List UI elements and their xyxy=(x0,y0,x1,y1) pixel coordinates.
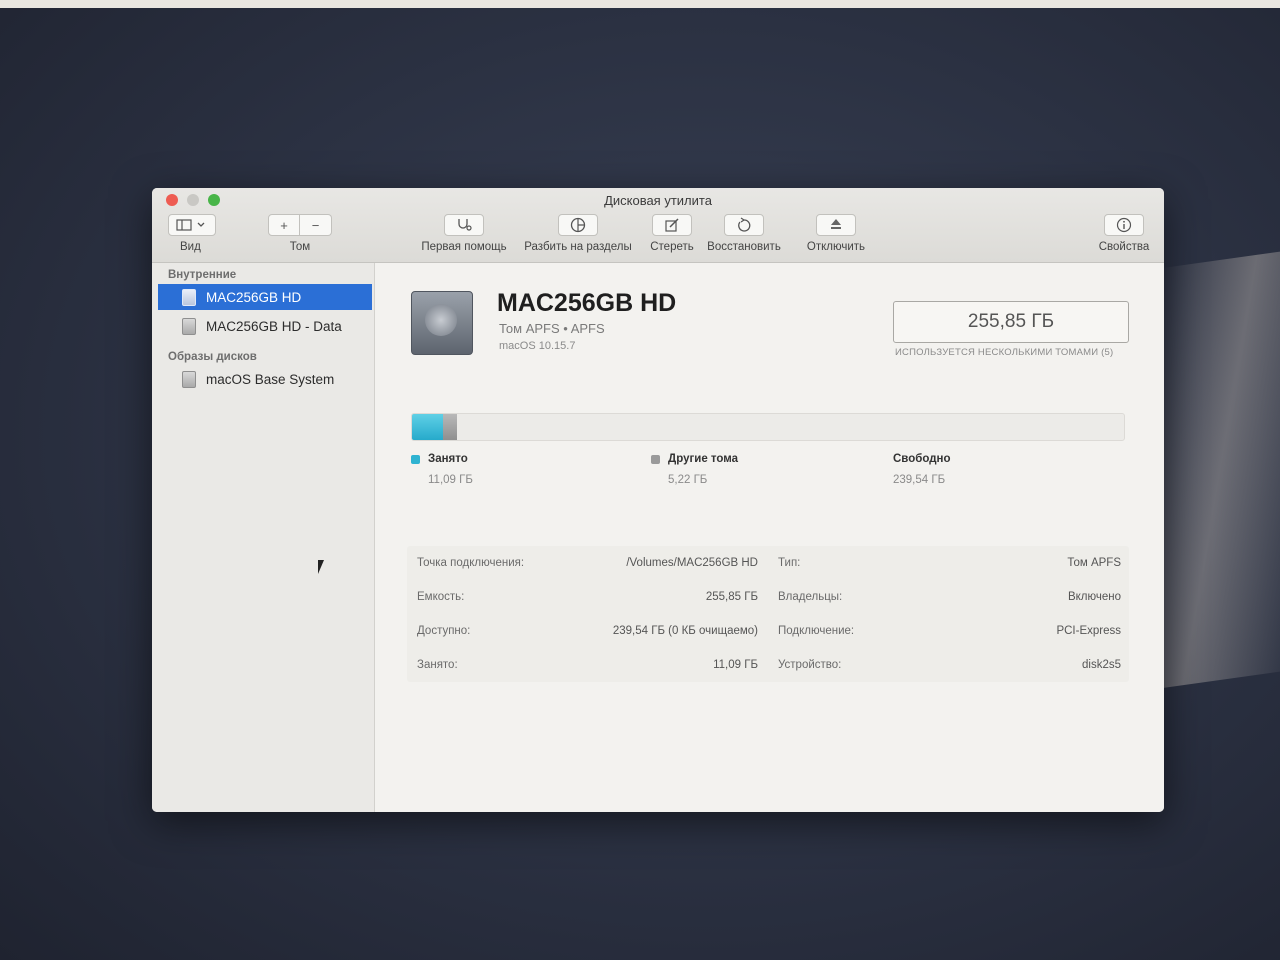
legend-free: Свободно 239,54 ГБ xyxy=(893,453,951,486)
stethoscope-icon xyxy=(458,219,472,231)
volume-detail-pane: MAC256GB HD Том APFS • APFS macOS 10.15.… xyxy=(375,263,1164,812)
legend-free-label: Свободно xyxy=(893,453,951,465)
legend-other-label: Другие тома xyxy=(668,453,739,465)
info-row-mount-point: Точка подключения: /Volumes/MAC256GB HD xyxy=(407,546,758,580)
sidebar: Внутренние MAC256GB HD MAC256GB HD - Dat… xyxy=(152,263,375,812)
erase-label: Стереть xyxy=(650,241,694,253)
add-volume-button[interactable]: + xyxy=(268,214,300,236)
view-label: Вид xyxy=(180,241,201,253)
unmount-button[interactable] xyxy=(816,214,856,236)
legend-free-value: 239,54 ГБ xyxy=(893,474,946,486)
erase-control[interactable]: Стереть xyxy=(644,214,700,253)
legend-used-label: Занято xyxy=(428,453,468,465)
partition-label: Разбить на разделы xyxy=(524,241,632,253)
disk-icon xyxy=(182,288,196,306)
info-value: 255,85 ГБ xyxy=(705,591,758,603)
info-row-device: Устройство: disk2s5 xyxy=(778,648,1129,682)
info-value: Включено xyxy=(1067,591,1121,603)
remove-volume-button[interactable]: − xyxy=(300,214,332,236)
volume-segment: + − xyxy=(268,214,332,236)
legend-used-value: 11,09 ГБ xyxy=(428,474,473,486)
info-row-available: Доступно: 239,54 ГБ (0 КБ очищаемо) xyxy=(407,614,758,648)
info-value: PCI-Express xyxy=(1056,625,1121,637)
usage-bar xyxy=(411,413,1125,441)
volume-label: Том xyxy=(289,241,311,253)
legend-other-volumes: Другие тома 5,22 ГБ xyxy=(651,453,738,486)
disk-image-icon xyxy=(182,370,196,388)
info-value: 11,09 ГБ xyxy=(713,659,758,671)
restore-label: Восстановить xyxy=(707,241,781,253)
info-button[interactable] xyxy=(1104,214,1144,236)
sidebar-item-label: macOS Base System xyxy=(206,371,335,387)
info-key: Устройство: xyxy=(778,659,842,671)
info-row-connection: Подключение: PCI-Express xyxy=(778,614,1129,648)
info-key: Доступно: xyxy=(417,625,471,637)
window-light-reflection xyxy=(1160,251,1280,689)
unmount-control[interactable]: Отключить xyxy=(800,214,872,253)
sidebar-header-disk-images: Образы дисков xyxy=(168,351,257,363)
disk-icon xyxy=(182,317,196,335)
partition-button[interactable] xyxy=(558,214,598,236)
info-value: disk2s5 xyxy=(1082,659,1121,671)
usage-bar-other-segment xyxy=(442,414,458,440)
legend-used-swatch xyxy=(411,454,420,464)
erase-pencil-icon xyxy=(665,218,679,232)
sidebar-item-mac256gb-hd[interactable]: MAC256GB HD xyxy=(158,284,372,310)
info-row-capacity: Емкость: 255,85 ГБ xyxy=(407,580,758,614)
info-key: Емкость: xyxy=(417,591,465,603)
legend-other-swatch xyxy=(651,454,660,464)
legend-other-value: 5,22 ГБ xyxy=(668,474,708,486)
restore-arrow-icon xyxy=(738,217,751,232)
sidebar-item-macos-base-system[interactable]: macOS Base System xyxy=(152,366,374,392)
info-value: /Volumes/MAC256GB HD xyxy=(626,557,758,569)
restore-control[interactable]: Восстановить xyxy=(702,214,786,253)
info-key: Подключение: xyxy=(778,625,855,637)
volume-control: + − Том xyxy=(268,214,332,253)
mouse-cursor xyxy=(318,560,324,574)
sidebar-view-icon xyxy=(176,219,205,231)
partition-pie-icon xyxy=(570,217,586,233)
first-aid-control[interactable]: Первая помощь xyxy=(416,214,512,253)
first-aid-button[interactable] xyxy=(444,214,484,236)
info-key: Точка подключения: xyxy=(417,557,525,569)
usage-bar-used-segment xyxy=(412,414,443,440)
eject-icon xyxy=(831,219,841,229)
volume-info-table: Точка подключения: /Volumes/MAC256GB HD Е… xyxy=(407,546,1129,682)
disk-utility-window: Дисковая утилита Вид + − Том Первая помо… xyxy=(152,188,1164,812)
info-column-right: Тип: Том APFS Владельцы: Включено Подключе… xyxy=(778,546,1129,682)
volume-name: MAC256GB HD xyxy=(497,289,677,317)
first-aid-label: Первая помощь xyxy=(421,241,507,253)
sidebar-header-internal: Внутренние xyxy=(168,269,237,281)
legend-used: Занято 11,09 ГБ xyxy=(411,453,473,486)
info-value: Том APFS xyxy=(1067,557,1121,569)
info-icon xyxy=(1116,217,1132,233)
info-column-left: Точка подключения: /Volumes/MAC256GB HD Е… xyxy=(407,546,758,682)
volume-os-version: macOS 10.15.7 xyxy=(499,340,576,352)
sidebar-item-mac256gb-hd-data[interactable]: MAC256GB HD - Data xyxy=(152,313,374,339)
partition-control[interactable]: Разбить на разделы xyxy=(518,214,638,253)
unmount-label: Отключить xyxy=(806,241,866,253)
toolbar: Дисковая утилита Вид + − Том Первая помо… xyxy=(152,188,1164,263)
info-value: 239,54 ГБ (0 КБ очищаемо) xyxy=(612,625,758,637)
sidebar-item-label: MAC256GB HD - Data xyxy=(206,318,342,334)
erase-button[interactable] xyxy=(652,214,692,236)
view-control: Вид xyxy=(168,214,216,253)
volume-type: Том APFS • APFS xyxy=(499,321,605,336)
info-key: Тип: xyxy=(778,557,801,569)
info-control[interactable]: Свойства xyxy=(1092,214,1156,253)
capacity-box: 255,85 ГБ xyxy=(893,301,1129,343)
info-label: Свойства xyxy=(1098,241,1150,253)
capacity-note: ИСПОЛЬЗУЕТСЯ НЕСКОЛЬКИМИ ТОМАМИ (5) xyxy=(895,347,1114,358)
info-key: Владельцы: xyxy=(778,591,843,603)
info-key: Занято: xyxy=(417,659,458,671)
info-row-owners: Владельцы: Включено xyxy=(778,580,1129,614)
info-row-type: Тип: Том APFS xyxy=(778,546,1129,580)
hard-drive-icon xyxy=(411,291,473,355)
top-screen-strip xyxy=(0,0,1280,8)
restore-button[interactable] xyxy=(724,214,764,236)
info-row-used: Занято: 11,09 ГБ xyxy=(407,648,758,682)
view-button[interactable] xyxy=(168,214,216,236)
sidebar-item-label: MAC256GB HD xyxy=(206,289,302,305)
window-title: Дисковая утилита xyxy=(604,193,712,208)
